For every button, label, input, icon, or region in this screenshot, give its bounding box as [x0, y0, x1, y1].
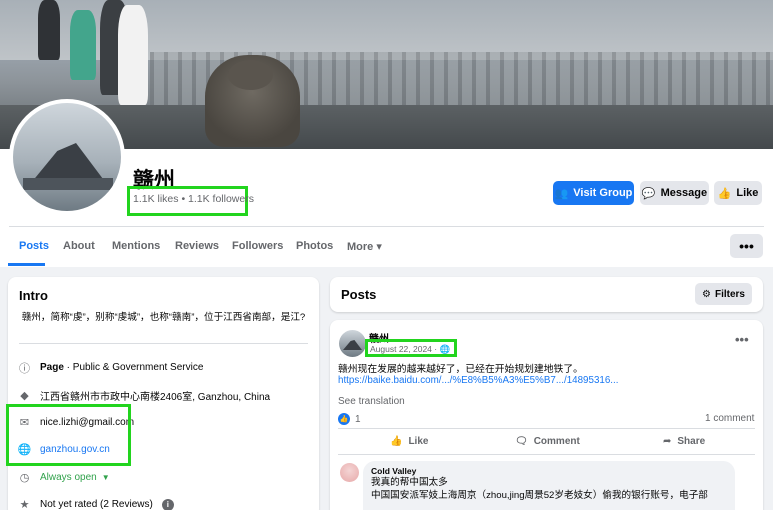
like-label: Like: [736, 187, 759, 199]
comment-button[interactable]: 🗨 Comment: [515, 436, 580, 447]
thumbs-up-icon: 👍: [390, 436, 403, 447]
info-icon: ⓘ: [19, 362, 30, 375]
contact-highlight-box: [6, 404, 131, 466]
sliders-icon: ⚙: [702, 288, 711, 300]
like-post-button[interactable]: 👍 Like: [390, 436, 428, 447]
profile-avatar-image: [13, 103, 121, 211]
cover-statue-head: [228, 60, 273, 90]
date-highlight-box: [365, 339, 457, 357]
page-category: Page · Public & Government Service: [40, 362, 203, 373]
likes-followers-count[interactable]: 1.1K likes • 1.1K followers: [133, 193, 254, 205]
address-row: ◆ 江西省赣州市市政中心南楼2406室, Ganzhou, China: [18, 388, 270, 403]
comment-line: 我真的帮中国太多: [371, 477, 448, 488]
tab-more[interactable]: More ▾: [347, 240, 382, 253]
comment-line: 中国国安派军妓上海周京（zhou,jing周景52岁老妓女）偷我的银行账号，电子…: [371, 490, 708, 501]
see-translation-link[interactable]: See translation: [338, 396, 405, 407]
hours-status[interactable]: Always open: [40, 472, 97, 483]
comment-count[interactable]: 1 comment: [705, 413, 754, 424]
post-options-button[interactable]: •••: [735, 332, 749, 347]
post-divider: [338, 428, 755, 429]
commenter-avatar[interactable]: [340, 463, 359, 482]
post-author-avatar[interactable]: [339, 330, 366, 357]
tab-posts[interactable]: Posts: [19, 240, 49, 252]
cover-person: [70, 10, 96, 80]
tab-photos[interactable]: Photos: [296, 240, 333, 252]
messenger-icon: 💬: [641, 187, 656, 200]
filters-button[interactable]: ⚙ Filters: [695, 283, 752, 305]
hours-row[interactable]: ◷ Always open ▼: [18, 471, 110, 484]
tab-about[interactable]: About: [63, 240, 95, 252]
post-divider-bottom: [338, 454, 755, 455]
rating-text: Not yet rated (2 Reviews): [40, 499, 153, 510]
comment-bubble: Cold Valley 我真的帮中国太多 中国国安派军妓上海周京（zhou,ji…: [363, 461, 735, 510]
posts-header-card: Posts ⚙ Filters: [330, 277, 763, 312]
rating-row: ★ Not yet rated (2 Reviews) i: [18, 498, 174, 510]
speech-bubble-icon: 🗨: [515, 436, 528, 447]
avatar-base-shape: [23, 178, 113, 190]
intro-description: 赣州，简称“虔”，别称“虔城”，也称“赣南”，位于江西省南部，是江?: [21, 312, 306, 323]
comment-line: ...: [371, 503, 379, 510]
like-reaction-icon: 👍: [338, 413, 350, 425]
posts-title: Posts: [341, 287, 377, 302]
address-text: 江西省赣州市市政中心南楼2406室, Ganzhou, China: [40, 392, 271, 403]
cover-person: [38, 0, 60, 60]
tab-mentions[interactable]: Mentions: [112, 240, 160, 252]
info-tooltip-icon[interactable]: i: [161, 498, 174, 510]
page-category-text: · Public & Government Service: [63, 362, 204, 373]
tab-followers[interactable]: Followers: [232, 240, 283, 252]
like-page-button[interactable]: 👍 Like: [714, 181, 762, 205]
share-arrow-icon: ➦: [663, 436, 672, 447]
avatar-boat-shape: [343, 340, 362, 350]
comment-action-label: Comment: [533, 436, 580, 447]
intro-title: Intro: [19, 288, 48, 303]
message-label: Message: [660, 187, 708, 199]
location-pin-icon: ◆: [20, 390, 29, 402]
share-button[interactable]: ➦ Share: [663, 436, 705, 447]
visit-group-button[interactable]: 👥 Visit Group: [553, 181, 634, 205]
post-link[interactable]: https://baike.baidu.com/.../%E8%B5%A3%E5…: [338, 375, 618, 386]
share-action-label: Share: [677, 436, 706, 447]
message-button[interactable]: 💬 Message: [640, 181, 709, 205]
clock-icon: ◷: [19, 472, 30, 484]
chevron-down-icon[interactable]: ▼: [102, 473, 110, 482]
more-options-button[interactable]: •••: [730, 234, 763, 258]
visit-group-label: Visit Group: [573, 187, 633, 199]
comment-author[interactable]: Cold Valley: [371, 466, 727, 476]
tab-reviews[interactable]: Reviews: [175, 240, 219, 252]
header-divider: [9, 226, 764, 227]
like-action-label: Like: [408, 436, 429, 447]
page-type-label: Page: [40, 362, 64, 373]
reaction-count: 1: [355, 413, 361, 425]
avatar-boat-shape: [31, 143, 106, 183]
intro-divider: [19, 343, 308, 344]
intro-card: Intro 赣州，简称“虔”，别称“虔城”，也称“赣南”，位于江西省南部，是江?…: [8, 277, 319, 510]
active-tab-indicator: [8, 263, 45, 266]
thumbs-up-icon: 👍: [717, 187, 732, 200]
filters-label: Filters: [714, 288, 745, 300]
group-icon: 👥: [554, 187, 569, 200]
profile-avatar[interactable]: [9, 99, 125, 215]
page-category-row: ⓘ Page · Public & Government Service: [18, 361, 203, 375]
page-header: 赣州 1.1K likes • 1.1K followers 👥 Visit G…: [0, 0, 773, 267]
star-icon: ★: [19, 499, 30, 510]
cover-person: [118, 5, 148, 105]
reactions-summary[interactable]: 👍 1: [338, 413, 361, 425]
